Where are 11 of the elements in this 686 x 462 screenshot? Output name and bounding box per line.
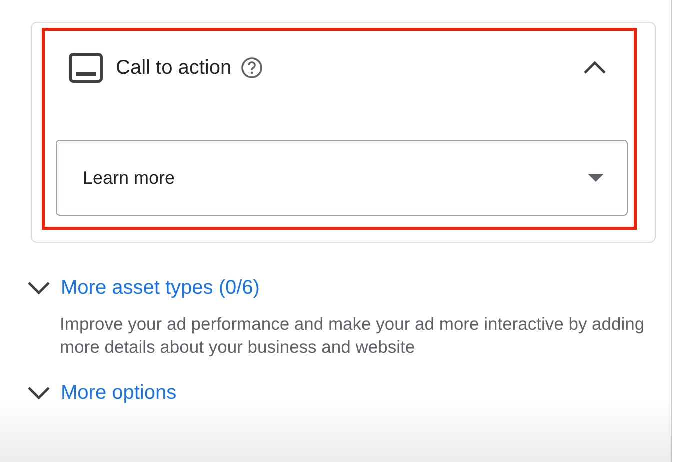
section-title: Call to action (116, 56, 232, 80)
help-icon[interactable] (240, 57, 263, 79)
monitor-icon (69, 53, 103, 83)
dropdown-field[interactable]: Learn more (56, 140, 628, 216)
expand-chevron-icon[interactable] (27, 386, 51, 400)
expander-link[interactable]: More asset types (0/6) (61, 276, 260, 300)
collapse-chevron-icon[interactable] (583, 61, 607, 75)
description-text: Improve your ad performance and make your ad more interactive by adding more details about your business and website (60, 313, 646, 359)
expand-chevron-icon[interactable] (27, 281, 51, 295)
dropdown-arrow-icon (588, 174, 604, 182)
expander-link[interactable]: More options (61, 382, 177, 404)
